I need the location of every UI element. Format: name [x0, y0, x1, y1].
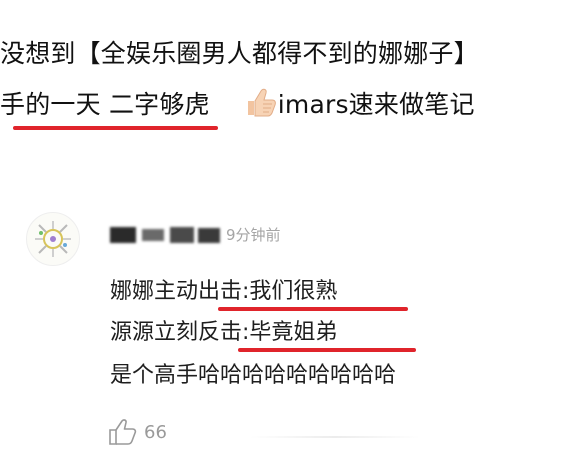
like-button[interactable]: 66	[108, 418, 167, 446]
red-underline-1	[13, 126, 218, 130]
username-redacted[interactable]	[110, 224, 222, 244]
comment-timestamp: 9分钟前	[226, 225, 281, 244]
post-line-2-part-1: 手的一天 二字够虎	[0, 90, 210, 119]
red-underline-2	[218, 307, 408, 311]
red-underline-3	[238, 348, 416, 352]
like-count: 66	[144, 421, 167, 443]
post-line-2: 手的一天 二字够虎 imars速来做笔记	[0, 87, 475, 121]
avatar-pattern-icon	[35, 221, 71, 257]
comment-line-3: 是个高手哈哈哈哈哈哈哈哈哈	[110, 363, 397, 388]
avatar[interactable]	[26, 212, 80, 266]
post-line-2-part-2: imars速来做笔记	[277, 90, 475, 119]
divider	[250, 436, 420, 438]
comment-line-2: 源源立刻反击:毕竟姐弟	[110, 320, 338, 345]
comment-line-1: 娜娜主动出击:我们很熟	[110, 279, 338, 304]
comment-header: 9分钟前	[110, 221, 281, 247]
thumbs-up-outline-icon	[109, 419, 137, 445]
post-line-1: 没想到【全娱乐圈男人都得不到的娜娜子】	[0, 39, 479, 68]
thumbs-up-icon	[247, 88, 276, 117]
